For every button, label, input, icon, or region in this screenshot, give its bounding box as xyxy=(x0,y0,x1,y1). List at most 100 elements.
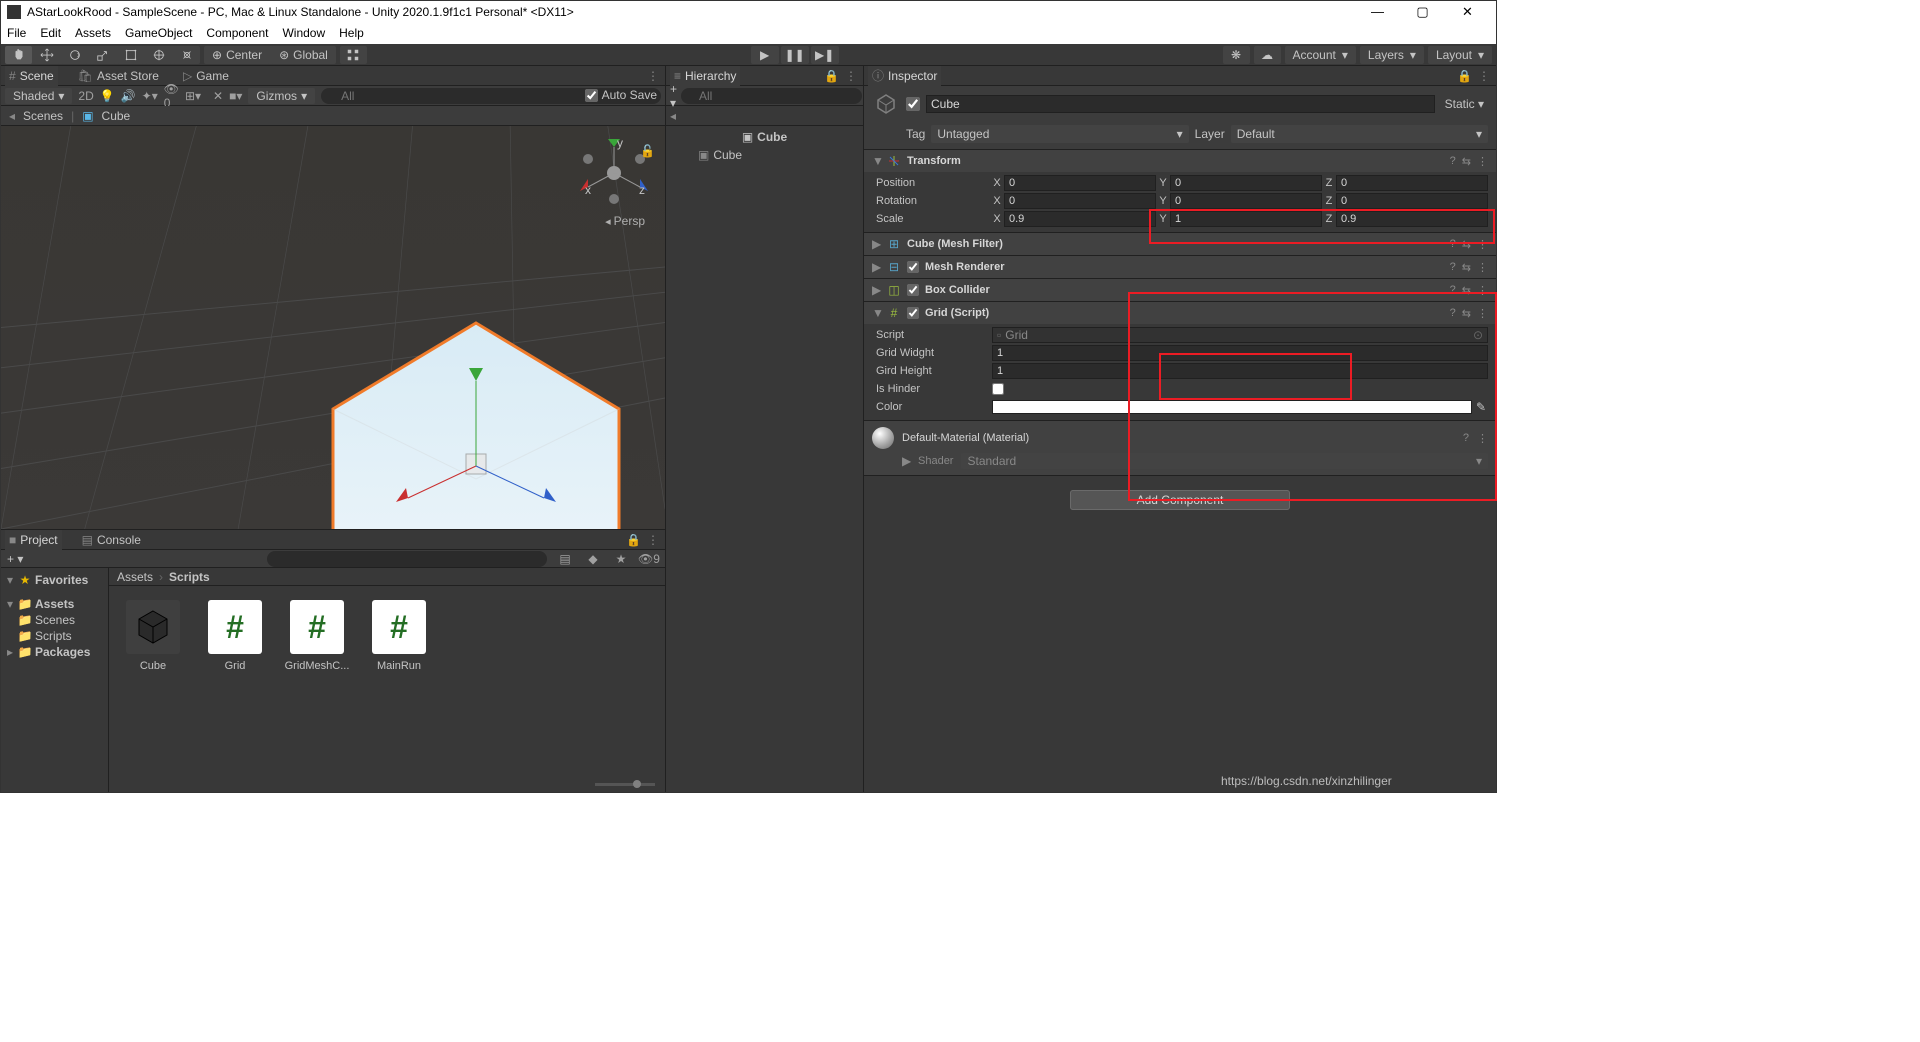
asset-gridmesh-script[interactable]: #GridMeshC... xyxy=(287,600,347,672)
lock-icon[interactable]: 🔒 xyxy=(1457,69,1472,83)
close-button[interactable]: ✕ xyxy=(1445,2,1490,22)
shader-dropdown[interactable]: Standard▾ xyxy=(961,453,1488,469)
scale-tool[interactable] xyxy=(89,46,116,64)
pause-button[interactable]: ❚❚ xyxy=(781,46,809,64)
expand-icon[interactable]: ▼ xyxy=(872,306,881,320)
grid-toggle[interactable]: ⊞▾ xyxy=(185,88,201,104)
mesh-renderer-enabled[interactable] xyxy=(907,261,919,273)
hierarchy-search-input[interactable] xyxy=(681,88,862,104)
menu-help[interactable]: Help xyxy=(339,26,364,40)
grid-height-input[interactable] xyxy=(992,363,1488,379)
panel-menu-icon[interactable]: ⋮ xyxy=(1478,69,1490,83)
hand-tool[interactable] xyxy=(5,46,32,64)
cube-mesh[interactable] xyxy=(321,311,631,529)
audio-toggle[interactable]: 🔊 xyxy=(121,88,136,104)
tab-scene[interactable]: # Scene xyxy=(5,66,58,86)
panel-menu-icon[interactable]: ⋮ xyxy=(845,69,857,83)
rotation-y[interactable] xyxy=(1170,193,1322,209)
help-icon[interactable]: ? xyxy=(1450,155,1456,167)
scene-viewport[interactable]: x y z 🔓 ◂ Persp xyxy=(1,126,665,529)
preset-icon[interactable]: ⇆ xyxy=(1462,307,1471,320)
position-x[interactable] xyxy=(1004,175,1156,191)
collab-icon[interactable]: ❋ xyxy=(1223,46,1250,64)
lock-icon[interactable]: 🔒 xyxy=(824,69,839,83)
hierarchy-item-cube[interactable]: ▣Cube xyxy=(666,146,863,164)
bc-assets[interactable]: Assets xyxy=(117,570,153,584)
transform-tool[interactable] xyxy=(145,46,172,64)
bc-scripts[interactable]: Scripts xyxy=(169,570,210,584)
tree-scripts[interactable]: 📁Scripts xyxy=(1,628,108,644)
rotation-z[interactable] xyxy=(1336,193,1488,209)
custom-tool[interactable] xyxy=(173,46,200,64)
scale-x[interactable] xyxy=(1004,211,1156,227)
fx-toggle[interactable]: ✦▾ xyxy=(142,88,158,104)
account-dropdown[interactable]: Account▾ xyxy=(1285,46,1356,64)
autosave-checkbox[interactable]: Auto Save xyxy=(585,88,657,102)
snap-tool[interactable] xyxy=(340,46,367,64)
asset-grid-script[interactable]: #Grid xyxy=(205,600,265,672)
star-icon[interactable]: ★ xyxy=(611,551,631,567)
context-menu-icon[interactable]: ⋮ xyxy=(1477,307,1488,320)
tab-asset-store[interactable]: 🛍 Asset Store xyxy=(74,66,163,86)
panel-menu-icon[interactable]: ⋮ xyxy=(647,533,659,547)
rotation-x[interactable] xyxy=(1004,193,1156,209)
layout-dropdown[interactable]: Layout▾ xyxy=(1428,46,1492,64)
filter-icon[interactable]: ▤ xyxy=(555,551,575,567)
component-box-collider[interactable]: ▶◫ Box Collider ?⇆⋮ xyxy=(864,279,1496,301)
is-hinder-checkbox[interactable] xyxy=(992,383,1004,395)
hidden-count[interactable]: 👁9 xyxy=(639,551,659,567)
perspective-label[interactable]: ◂ Persp xyxy=(605,214,645,228)
asset-size-slider[interactable] xyxy=(109,776,665,792)
eyedropper-icon[interactable]: ✎ xyxy=(1474,400,1488,414)
scale-z[interactable] xyxy=(1336,211,1488,227)
tab-game[interactable]: ▷ Game xyxy=(179,66,233,86)
rect-tool[interactable] xyxy=(117,46,144,64)
expand-icon[interactable]: ▶ xyxy=(902,454,910,468)
menu-gameobject[interactable]: GameObject xyxy=(125,26,192,40)
menu-file[interactable]: File xyxy=(7,26,26,40)
gameobject-name-input[interactable] xyxy=(926,95,1435,113)
scale-y[interactable] xyxy=(1170,211,1322,227)
create-dropdown[interactable]: + ▾ xyxy=(7,552,23,566)
add-component-button[interactable]: Add Component xyxy=(1070,490,1290,510)
lock-icon[interactable]: 🔓 xyxy=(640,144,655,158)
context-menu-icon[interactable]: ⋮ xyxy=(1477,155,1488,168)
color-field[interactable] xyxy=(992,400,1472,414)
menu-window[interactable]: Window xyxy=(282,26,325,40)
menu-component[interactable]: Component xyxy=(206,26,268,40)
asset-cube[interactable]: Cube xyxy=(123,600,183,672)
tree-scenes[interactable]: 📁Scenes xyxy=(1,612,108,628)
step-button[interactable]: ▶❚ xyxy=(811,46,839,64)
component-mesh-filter[interactable]: ▶⊞ Cube (Mesh Filter) ?⇆⋮ xyxy=(864,233,1496,255)
tab-inspector[interactable]: ⓘ Inspector xyxy=(868,66,941,86)
gameobject-icon[interactable] xyxy=(872,90,900,118)
hierarchy-scene[interactable]: ▣Cube xyxy=(666,128,863,146)
visibility-toggle[interactable]: 👁0 xyxy=(164,88,179,104)
context-menu-icon[interactable]: ⋮ xyxy=(1477,432,1488,445)
shaded-dropdown[interactable]: Shaded ▾ xyxy=(5,88,72,104)
help-icon[interactable]: ? xyxy=(1463,432,1469,444)
layers-dropdown[interactable]: Layers▾ xyxy=(1360,46,1424,64)
tab-project[interactable]: ■ Project xyxy=(5,530,62,550)
cloud-icon[interactable]: ☁ xyxy=(1254,46,1281,64)
grid-script-enabled[interactable] xyxy=(907,307,919,319)
pivot-center-toggle[interactable]: ⊕Center xyxy=(204,46,270,64)
breadcrumb-scenes[interactable]: Scenes xyxy=(23,109,63,123)
expand-icon[interactable]: ▼ xyxy=(872,154,881,168)
breadcrumb-cube[interactable]: Cube xyxy=(102,109,131,123)
tab-console[interactable]: ▤ Console xyxy=(78,530,145,550)
orientation-gizmo[interactable]: x y z xyxy=(579,138,649,208)
rotate-tool[interactable] xyxy=(61,46,88,64)
camera-icon[interactable]: ■▾ xyxy=(229,88,242,104)
tree-packages[interactable]: ▸📁Packages xyxy=(1,644,108,660)
position-y[interactable] xyxy=(1170,175,1322,191)
position-z[interactable] xyxy=(1336,175,1488,191)
preset-icon[interactable]: ⇆ xyxy=(1462,155,1471,168)
move-tool[interactable] xyxy=(33,46,60,64)
favorite-icon[interactable]: ◆ xyxy=(583,551,603,567)
minimize-button[interactable]: — xyxy=(1355,2,1400,22)
tree-assets[interactable]: ▾📁Assets xyxy=(1,596,108,612)
component-mesh-renderer[interactable]: ▶⊟ Mesh Renderer ?⇆⋮ xyxy=(864,256,1496,278)
static-dropdown[interactable]: Static ▾ xyxy=(1441,97,1488,111)
hierarchy-nav-back[interactable]: ◂ xyxy=(666,106,863,126)
